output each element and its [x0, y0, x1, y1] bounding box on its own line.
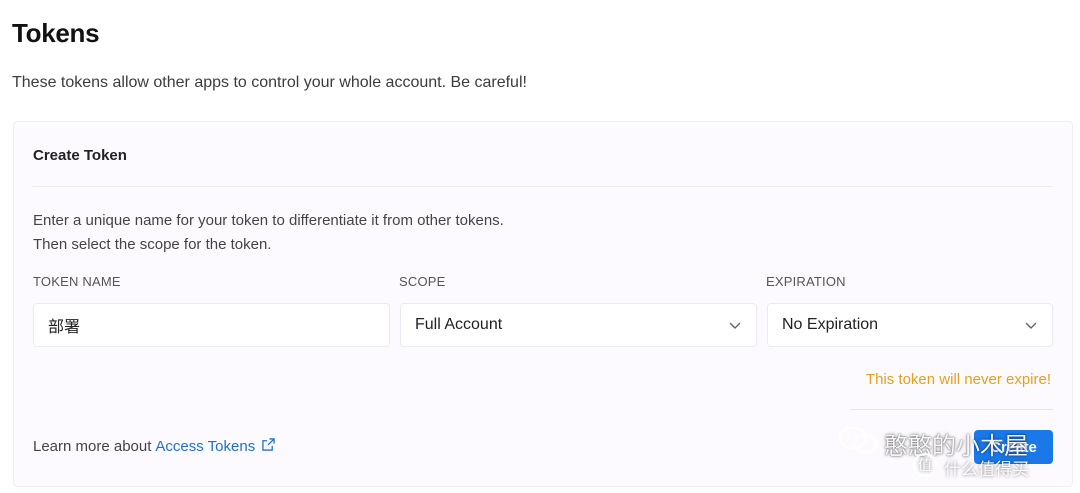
expiration-select[interactable]: No Expiration [767, 303, 1053, 347]
help-text: Enter a unique name for your token to di… [33, 209, 504, 257]
card-title: Create Token [33, 147, 127, 164]
learn-more: Learn more about Access Tokens [33, 438, 275, 455]
expiration-label: EXPIRATION [766, 274, 846, 289]
scope-label: SCOPE [399, 274, 446, 289]
expiration-warning: This token will never expire! [865, 371, 1051, 388]
help-line-1: Enter a unique name for your token to di… [33, 212, 504, 229]
create-token-card: Create Token Enter a unique name for you… [13, 121, 1073, 487]
help-line-2: Then select the scope for the token. [33, 236, 272, 253]
create-token-button[interactable]: Create [974, 430, 1053, 464]
external-link-icon[interactable] [259, 438, 275, 455]
token-name-input[interactable]: 部署 [33, 303, 390, 347]
page-title: Tokens [12, 18, 100, 48]
access-tokens-link[interactable]: Access Tokens [155, 438, 255, 455]
expiration-value: No Expiration [782, 316, 879, 333]
chevron-down-icon [728, 318, 742, 332]
card-divider [33, 186, 1053, 187]
learn-more-prefix: Learn more about [33, 438, 152, 455]
scope-value: Full Account [415, 316, 503, 333]
scope-select[interactable]: Full Account [400, 303, 757, 347]
token-name-value: 部署 [48, 319, 81, 336]
page-description: These tokens allow other apps to control… [12, 74, 527, 91]
footer-divider [850, 409, 1053, 410]
token-name-label: TOKEN NAME [33, 274, 121, 289]
chevron-down-icon [1024, 318, 1038, 332]
